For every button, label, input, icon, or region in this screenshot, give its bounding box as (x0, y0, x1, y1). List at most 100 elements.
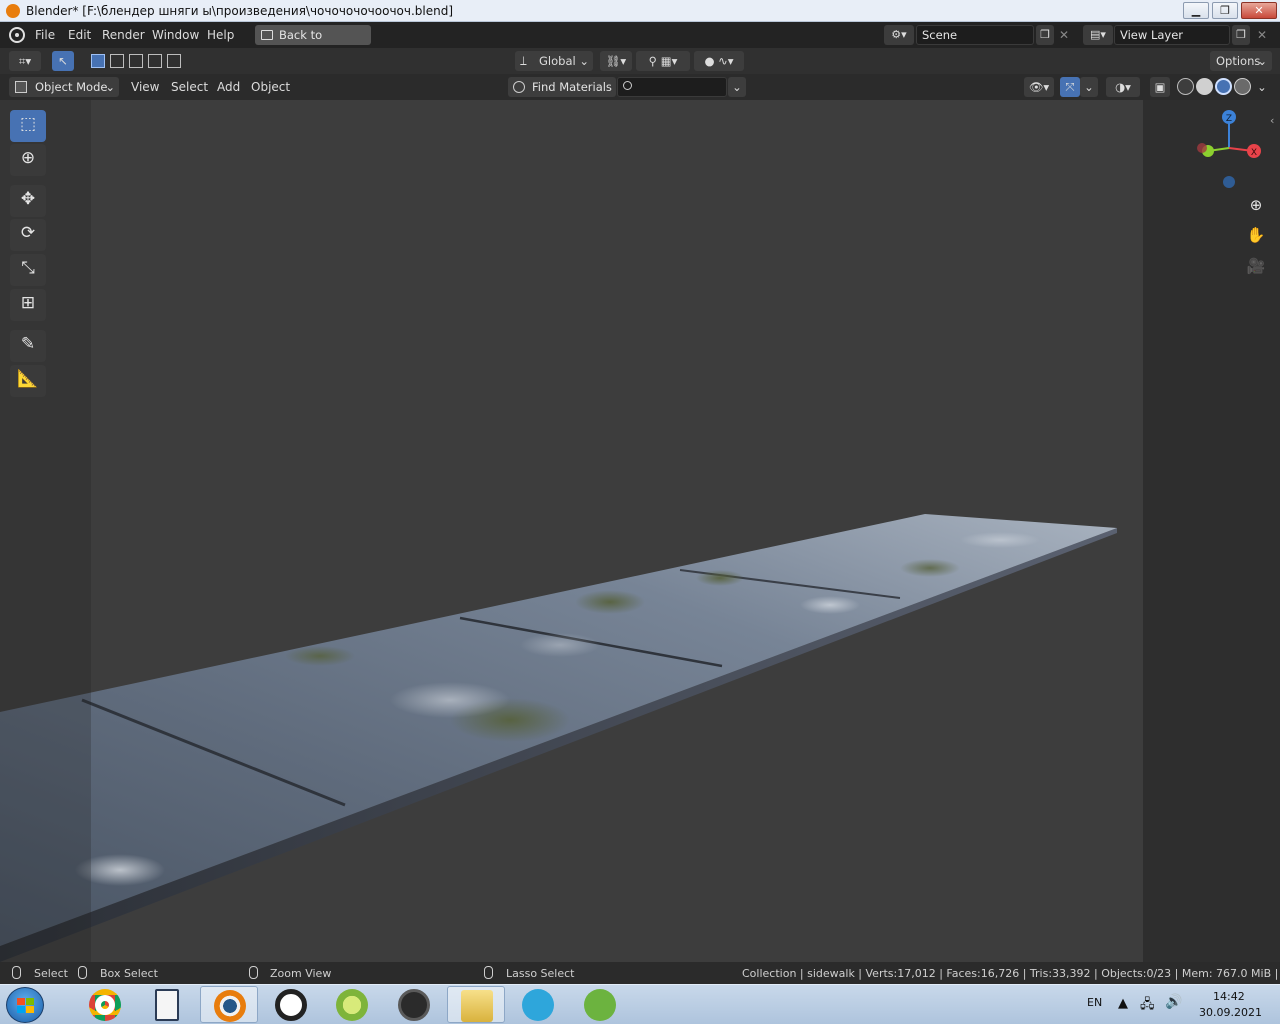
new-view-layer-icon[interactable]: ❐ (1232, 25, 1250, 45)
scene-selector-icon[interactable]: ⚙▾ (884, 25, 914, 45)
new-scene-icon[interactable]: ❐ (1036, 25, 1054, 45)
overlays-icon[interactable]: ◑▾ (1106, 77, 1140, 97)
globe-icon (513, 81, 525, 93)
vector-icon (398, 989, 430, 1021)
mouse-right-icon (484, 966, 493, 979)
taskbar-notepad[interactable] (138, 986, 196, 1023)
orientation-label: Global (539, 54, 576, 68)
start-button[interactable] (6, 987, 44, 1023)
close-button[interactable]: ✕ (1241, 2, 1277, 19)
axis-gizmo[interactable]: Z X (1190, 105, 1270, 195)
find-materials-dropdown[interactable]: Find Materials (508, 77, 616, 97)
menu-add[interactable]: Add (217, 80, 240, 94)
taskbar-blender[interactable] (200, 986, 258, 1023)
xray-toggle-icon[interactable]: ▣ (1150, 77, 1170, 97)
chrome-icon (89, 989, 121, 1021)
rotate-tool[interactable]: ⟳ (10, 219, 46, 251)
viewport-header: Object Mode ⌄ View Select Add Object Fin… (0, 74, 1280, 100)
annotate-icon: ✎ (20, 334, 36, 354)
select-mode-extend-icon[interactable] (110, 54, 124, 68)
snap-icon[interactable]: ⚲ ▦▾ (636, 51, 690, 71)
tray-show-hidden-icon[interactable]: ▲ (1118, 996, 1128, 1011)
scene-statistics: Collection | sidewalk | Verts:17,012 | F… (742, 967, 1280, 980)
clock-time[interactable]: 14:42 (1213, 990, 1245, 1003)
menu-select[interactable]: Select (171, 80, 208, 94)
proportional-edit-icon[interactable]: ● ∿▾ (694, 51, 744, 71)
minimize-button[interactable]: ▁ (1183, 2, 1209, 19)
3d-viewport[interactable] (0, 100, 1280, 962)
taskbar-utorrent[interactable] (571, 986, 629, 1023)
remove-view-layer-icon[interactable]: ✕ (1257, 28, 1267, 42)
measure-tool[interactable]: 📐 (10, 365, 46, 397)
taskbar-chrome[interactable] (76, 986, 134, 1023)
menu-window[interactable]: Window (152, 28, 199, 42)
wireframe-shading-icon[interactable] (1177, 78, 1194, 95)
menu-object[interactable]: Object (251, 80, 290, 94)
pivot-point-icon[interactable]: ⛓▾ (600, 51, 632, 71)
taskbar-lime-app[interactable] (323, 986, 381, 1023)
search-icon (623, 81, 632, 90)
transform-tool[interactable]: ⊞ (10, 289, 46, 321)
taskbar-vector-app[interactable] (385, 986, 443, 1023)
chevron-down-icon[interactable]: ⌄ (1080, 77, 1098, 97)
menu-help[interactable]: Help (207, 28, 234, 42)
menu-render[interactable]: Render (102, 28, 145, 42)
taskbar-search-app[interactable] (262, 986, 320, 1023)
select-mode-subtract-icon[interactable] (129, 54, 143, 68)
menu-edit[interactable]: Edit (68, 28, 91, 42)
material-preview-shading-icon[interactable] (1215, 78, 1232, 95)
sidebar-toggle-icon[interactable]: ‹ (1270, 114, 1274, 127)
status-zoom-view: Zoom View (270, 967, 332, 980)
rendered-shading-icon[interactable] (1234, 78, 1251, 95)
zoom-icon[interactable]: ⊕ (1245, 194, 1267, 216)
search-input[interactable] (617, 77, 727, 97)
view-layer-name-field[interactable]: View Layer (1114, 25, 1230, 45)
windows-logo-icon (17, 998, 34, 1013)
scene-name-field[interactable]: Scene (916, 25, 1034, 45)
clock-date[interactable]: 30.09.2021 (1199, 1006, 1262, 1019)
scale-tool[interactable]: ⤡ (10, 254, 46, 286)
select-mode-intersect-icon[interactable] (167, 54, 181, 68)
select-box-tool[interactable]: ⬚ (10, 110, 46, 142)
screen-icon (261, 30, 273, 40)
taskbar-telegram[interactable] (509, 986, 567, 1023)
chevron-down-icon: ⌄ (1257, 54, 1267, 68)
editor-type-icon[interactable]: ⌗▾ (9, 51, 41, 71)
telegram-icon (522, 989, 554, 1021)
search-expand-icon[interactable]: ⌄ (728, 77, 746, 97)
menu-file[interactable]: File (35, 28, 55, 42)
network-icon[interactable]: 🖧 (1140, 995, 1155, 1017)
mouse-left-icon (12, 966, 21, 979)
menu-view[interactable]: View (131, 80, 159, 94)
blender-logo-icon[interactable] (9, 27, 25, 43)
chevron-down-icon: ⌄ (105, 80, 115, 94)
remove-scene-icon[interactable]: ✕ (1059, 28, 1069, 42)
back-to-previous-button[interactable]: Back to Previous (255, 25, 371, 62)
visibility-icon[interactable]: 👁▾ (1024, 77, 1054, 97)
cursor-tool[interactable]: ⊕ (10, 144, 46, 176)
options-dropdown[interactable]: Options ⌄ (1210, 51, 1272, 71)
gizmo-toggle-icon[interactable]: ⤧ (1060, 77, 1080, 97)
view-layer-selector-icon[interactable]: ▤▾ (1083, 25, 1113, 45)
volume-icon[interactable]: 🔊 (1165, 994, 1182, 1010)
language-indicator[interactable]: EN (1087, 996, 1102, 1009)
camera-icon[interactable]: 🎥 (1245, 255, 1267, 277)
select-mode-invert-icon[interactable] (148, 54, 162, 68)
mouse-middle-icon (249, 966, 258, 979)
transform-orientation-dropdown[interactable]: ⟘ Global ⌄ (515, 51, 593, 71)
taskbar-explorer[interactable] (447, 986, 505, 1023)
annotate-tool[interactable]: ✎ (10, 330, 46, 362)
maximize-button[interactable]: ❐ (1212, 2, 1238, 19)
pan-hand-icon[interactable]: ✋ (1245, 224, 1267, 246)
sidewalk-render (0, 514, 1117, 962)
active-tool-icon[interactable]: ↖ (52, 51, 74, 71)
chevron-down-icon[interactable]: ⌄ (1254, 77, 1270, 97)
solid-shading-icon[interactable] (1196, 78, 1213, 95)
object-mode-dropdown[interactable]: Object Mode ⌄ (9, 77, 119, 97)
move-tool[interactable]: ✥ (10, 185, 46, 217)
cursor-icon: ⊕ (20, 148, 36, 168)
select-mode-new-icon[interactable] (91, 54, 105, 68)
magnifier-icon (275, 989, 307, 1021)
status-bar: Select Box Select Zoom View Lasso Select… (0, 962, 1280, 984)
object-mode-label: Object Mode (35, 80, 108, 94)
